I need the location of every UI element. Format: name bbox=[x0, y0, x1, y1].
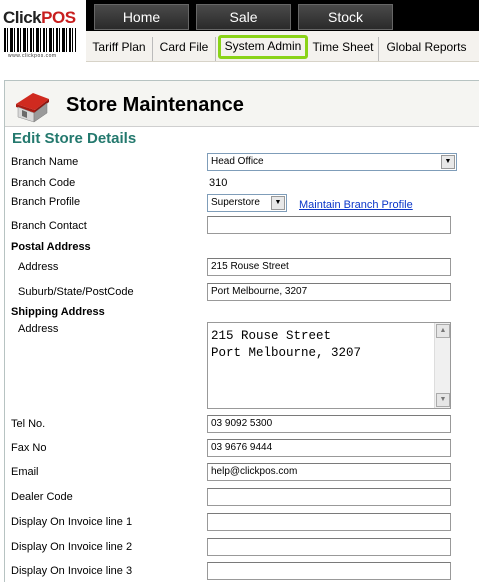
branch-code-value: 310 bbox=[209, 177, 228, 189]
tab-card-file[interactable]: Card File bbox=[153, 37, 216, 61]
arrow-down-icon[interactable]: ▼ bbox=[436, 393, 450, 407]
email-label: Email bbox=[11, 466, 39, 478]
branch-profile-select[interactable]: Superstore ▼ bbox=[207, 194, 287, 212]
shipping-address-textarea[interactable]: 215 Rouse Street Port Melbourne, 3207 ▲ … bbox=[207, 322, 451, 409]
textarea-scrollbar[interactable]: ▲ ▼ bbox=[434, 323, 450, 408]
postal-address-heading: Postal Address bbox=[11, 241, 91, 253]
tab-stock[interactable]: Stock bbox=[298, 4, 393, 30]
shipping-address-heading: Shipping Address bbox=[11, 306, 105, 318]
tab-global-reports[interactable]: Global Reports bbox=[380, 37, 473, 61]
branch-contact-input[interactable] bbox=[207, 216, 451, 234]
top-nav: Home Sale Stock bbox=[86, 0, 479, 31]
store-icon bbox=[16, 93, 49, 123]
postal-suburb-label: Suburb/State/PostCode bbox=[18, 286, 134, 298]
logo-text: ClickPOS bbox=[3, 8, 76, 27]
postal-suburb-input[interactable]: Port Melbourne, 3207 bbox=[207, 283, 451, 301]
dealer-code-input[interactable] bbox=[207, 488, 451, 506]
clickpos-logo[interactable]: ClickPOS www.clickpos.com bbox=[0, 0, 84, 62]
tel-label: Tel No. bbox=[11, 418, 46, 430]
shipping-address-text: 215 Rouse Street Port Melbourne, 3207 bbox=[211, 329, 362, 360]
branch-profile-label: Branch Profile bbox=[11, 196, 81, 208]
app-header: ClickPOS www.clickpos.com Home Sale Stoc… bbox=[0, 0, 479, 62]
shipping-address-label: Address bbox=[18, 323, 59, 335]
dealer-code-label: Dealer Code bbox=[11, 491, 73, 503]
page-title: Store Maintenance bbox=[66, 94, 244, 116]
postal-address-label: Address bbox=[18, 261, 59, 273]
branch-contact-label: Branch Contact bbox=[11, 220, 87, 232]
invoice-line1-label: Display On Invoice line 1 bbox=[11, 516, 133, 528]
invoice-line3-input[interactable] bbox=[207, 562, 451, 580]
branch-name-select[interactable]: Head Office ▼ bbox=[207, 153, 457, 171]
tab-time-sheet[interactable]: Time Sheet bbox=[308, 37, 379, 61]
invoice-line2-input[interactable] bbox=[207, 538, 451, 556]
logo-url: www.clickpos.com bbox=[8, 53, 57, 59]
tab-system-admin[interactable]: System Admin bbox=[218, 35, 308, 59]
sub-nav: Tariff Plan Card File System Admin Time … bbox=[86, 31, 479, 62]
tab-home[interactable]: Home bbox=[94, 4, 189, 30]
barcode-icon bbox=[4, 28, 76, 52]
postal-address-input[interactable]: 215 Rouse Street bbox=[207, 258, 451, 276]
invoice-line1-input[interactable] bbox=[207, 513, 451, 531]
branch-name-value: Head Office bbox=[211, 156, 264, 167]
maintain-branch-profile-link[interactable]: Maintain Branch Profile bbox=[299, 199, 413, 211]
invoice-line2-label: Display On Invoice line 2 bbox=[11, 541, 133, 553]
branch-name-label: Branch Name bbox=[11, 156, 79, 168]
fax-label: Fax No bbox=[11, 442, 47, 454]
chevron-down-icon: ▼ bbox=[271, 196, 285, 210]
tab-sale[interactable]: Sale bbox=[196, 4, 291, 30]
email-input[interactable]: help@clickpos.com bbox=[207, 463, 451, 481]
section-title: Edit Store Details bbox=[12, 130, 137, 147]
tel-input[interactable]: 03 9092 5300 bbox=[207, 415, 451, 433]
arrow-up-icon[interactable]: ▲ bbox=[436, 324, 450, 338]
branch-code-label: Branch Code bbox=[11, 177, 76, 189]
invoice-line3-label: Display On Invoice line 3 bbox=[11, 565, 133, 577]
fax-input[interactable]: 03 9676 9444 bbox=[207, 439, 451, 457]
tab-tariff-plan[interactable]: Tariff Plan bbox=[86, 37, 153, 61]
chevron-down-icon: ▼ bbox=[441, 155, 455, 169]
branch-profile-value: Superstore bbox=[211, 197, 260, 208]
